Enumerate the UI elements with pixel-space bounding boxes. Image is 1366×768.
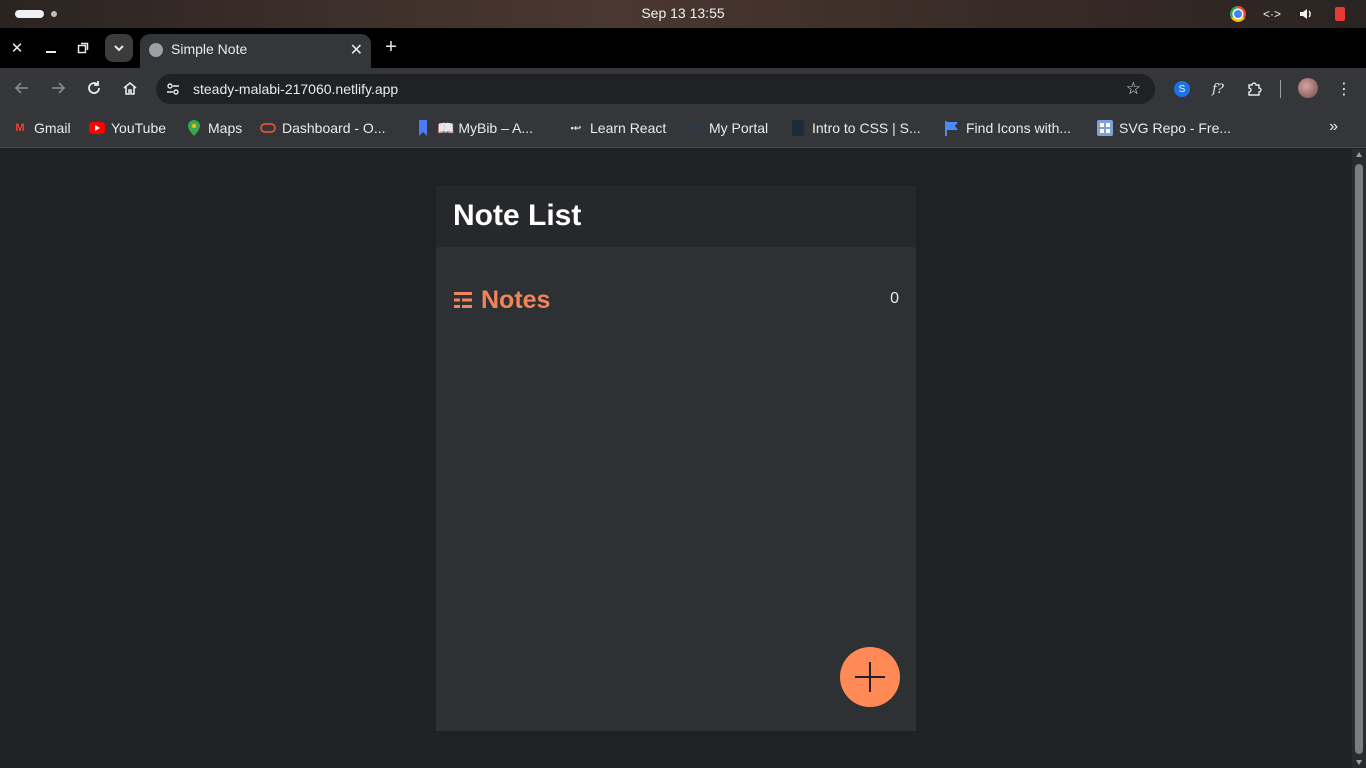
notes-count-badge: 0 (890, 290, 899, 307)
profile-avatar[interactable] (1298, 78, 1318, 98)
bookmark-label: SVG Repo - Fre... (1119, 120, 1232, 136)
address-bar[interactable]: steady-malabi-217060.netlify.app ☆ (156, 74, 1155, 104)
notes-section-header: Notes 0 (453, 286, 899, 314)
react-icon: •↩ (570, 122, 582, 133)
close-tab-icon[interactable]: ✕ (350, 40, 363, 60)
portal-icon (687, 120, 703, 136)
tab-search-button[interactable] (105, 34, 133, 62)
restore-window-icon[interactable] (73, 38, 93, 58)
add-note-button[interactable] (840, 647, 900, 707)
os-top-bar: Sep 13 13:55 <·> (0, 0, 1366, 28)
reload-icon[interactable] (85, 79, 103, 97)
page-viewport: Note List Notes 0 (0, 149, 1352, 768)
extension-formula-icon[interactable]: f? (1209, 80, 1227, 98)
bookmark-label: My Portal (709, 120, 769, 136)
youtube-icon (89, 120, 105, 136)
globe-icon (149, 43, 163, 57)
scroll-thumb[interactable] (1355, 164, 1363, 754)
back-arrow-icon[interactable] (13, 79, 31, 97)
battery-icon[interactable] (1332, 6, 1348, 22)
bookmark-star-icon[interactable]: ☆ (1126, 79, 1141, 99)
extension-shazam-icon[interactable]: S (1173, 80, 1191, 98)
flag-icon (944, 120, 960, 136)
gmail-icon: M (15, 122, 25, 134)
url-text[interactable]: steady-malabi-217060.netlify.app (193, 81, 398, 97)
bookmark-label: Find Icons with... (966, 120, 1072, 136)
bookmark-icon (415, 120, 431, 136)
note-list-panel: Note List Notes 0 (436, 186, 916, 731)
page-title: Note List (453, 199, 582, 232)
bookmark-label: Learn React (590, 120, 667, 136)
scroll-up-arrow-icon[interactable] (1356, 152, 1362, 157)
bookmark-svg-repo[interactable]: SVG Repo - Fre... (1097, 119, 1231, 137)
site-info-icon[interactable] (165, 81, 181, 97)
bookmark-maps[interactable]: Maps (186, 119, 242, 137)
tab-strip: ✕ Simple Note ✕ + (0, 28, 1366, 68)
bookmark-youtube[interactable]: YouTube (89, 119, 166, 137)
bookmark-find-icons[interactable]: Find Icons with... (944, 119, 1071, 137)
home-icon[interactable] (121, 79, 139, 97)
bookmark-dashboard[interactable]: Dashboard - O... (260, 119, 386, 137)
bookmark-my-portal[interactable]: My Portal (687, 119, 768, 137)
chevron-down-icon (114, 45, 124, 52)
network-icon[interactable]: <·> (1263, 6, 1281, 22)
bookmark-label: Dashboard - O... (282, 120, 386, 136)
bookmark-label: YouTube (111, 120, 167, 136)
bookmark-label: Intro to CSS | S... (812, 120, 921, 136)
os-clock[interactable]: Sep 13 13:55 (0, 5, 1366, 21)
bookmark-label: Gmail (34, 120, 71, 136)
bookmark-learn-react[interactable]: •↩ Learn React (568, 119, 667, 137)
menu-kebab-icon[interactable]: ⋮ (1335, 80, 1353, 98)
svgrepo-icon (1097, 120, 1113, 136)
minimize-window-icon[interactable] (41, 38, 61, 58)
bookmark-label: 📖 MyBib – A... (437, 119, 534, 136)
oracle-icon (260, 120, 276, 136)
tab-simple-note[interactable]: Simple Note ✕ (140, 34, 371, 68)
chrome-tray-icon[interactable] (1230, 6, 1246, 22)
new-tab-icon[interactable]: + (381, 36, 401, 59)
list-icon (454, 292, 472, 308)
css-icon (790, 120, 806, 136)
forward-arrow-icon[interactable] (49, 79, 67, 97)
bookmark-intro-css[interactable]: Intro to CSS | S... (790, 119, 921, 137)
system-tray: <·> (1230, 5, 1348, 23)
bookmarks-bar: M Gmail YouTube Maps Dashboard - O... 📖 … (0, 108, 1366, 148)
maps-icon (186, 120, 202, 136)
page-scrollbar[interactable] (1352, 149, 1366, 768)
scroll-down-arrow-icon[interactable] (1356, 760, 1362, 765)
plus-icon (855, 662, 885, 692)
browser-toolbar: steady-malabi-217060.netlify.app ☆ S f? … (0, 68, 1366, 108)
volume-icon[interactable] (1298, 6, 1314, 22)
toolbar-divider (1280, 80, 1281, 98)
bookmark-label: Maps (208, 120, 243, 136)
close-window-icon[interactable]: ✕ (7, 38, 27, 58)
bookmark-mybib[interactable]: 📖 MyBib – A... (415, 119, 533, 137)
extensions-puzzle-icon[interactable] (1245, 80, 1263, 98)
notes-heading: Notes (481, 286, 551, 314)
bookmark-gmail[interactable]: M Gmail (12, 119, 71, 137)
tab-title: Simple Note (171, 41, 248, 57)
note-list-header: Note List (436, 186, 916, 247)
more-bookmarks-chevron-icon[interactable]: » (1329, 118, 1338, 136)
